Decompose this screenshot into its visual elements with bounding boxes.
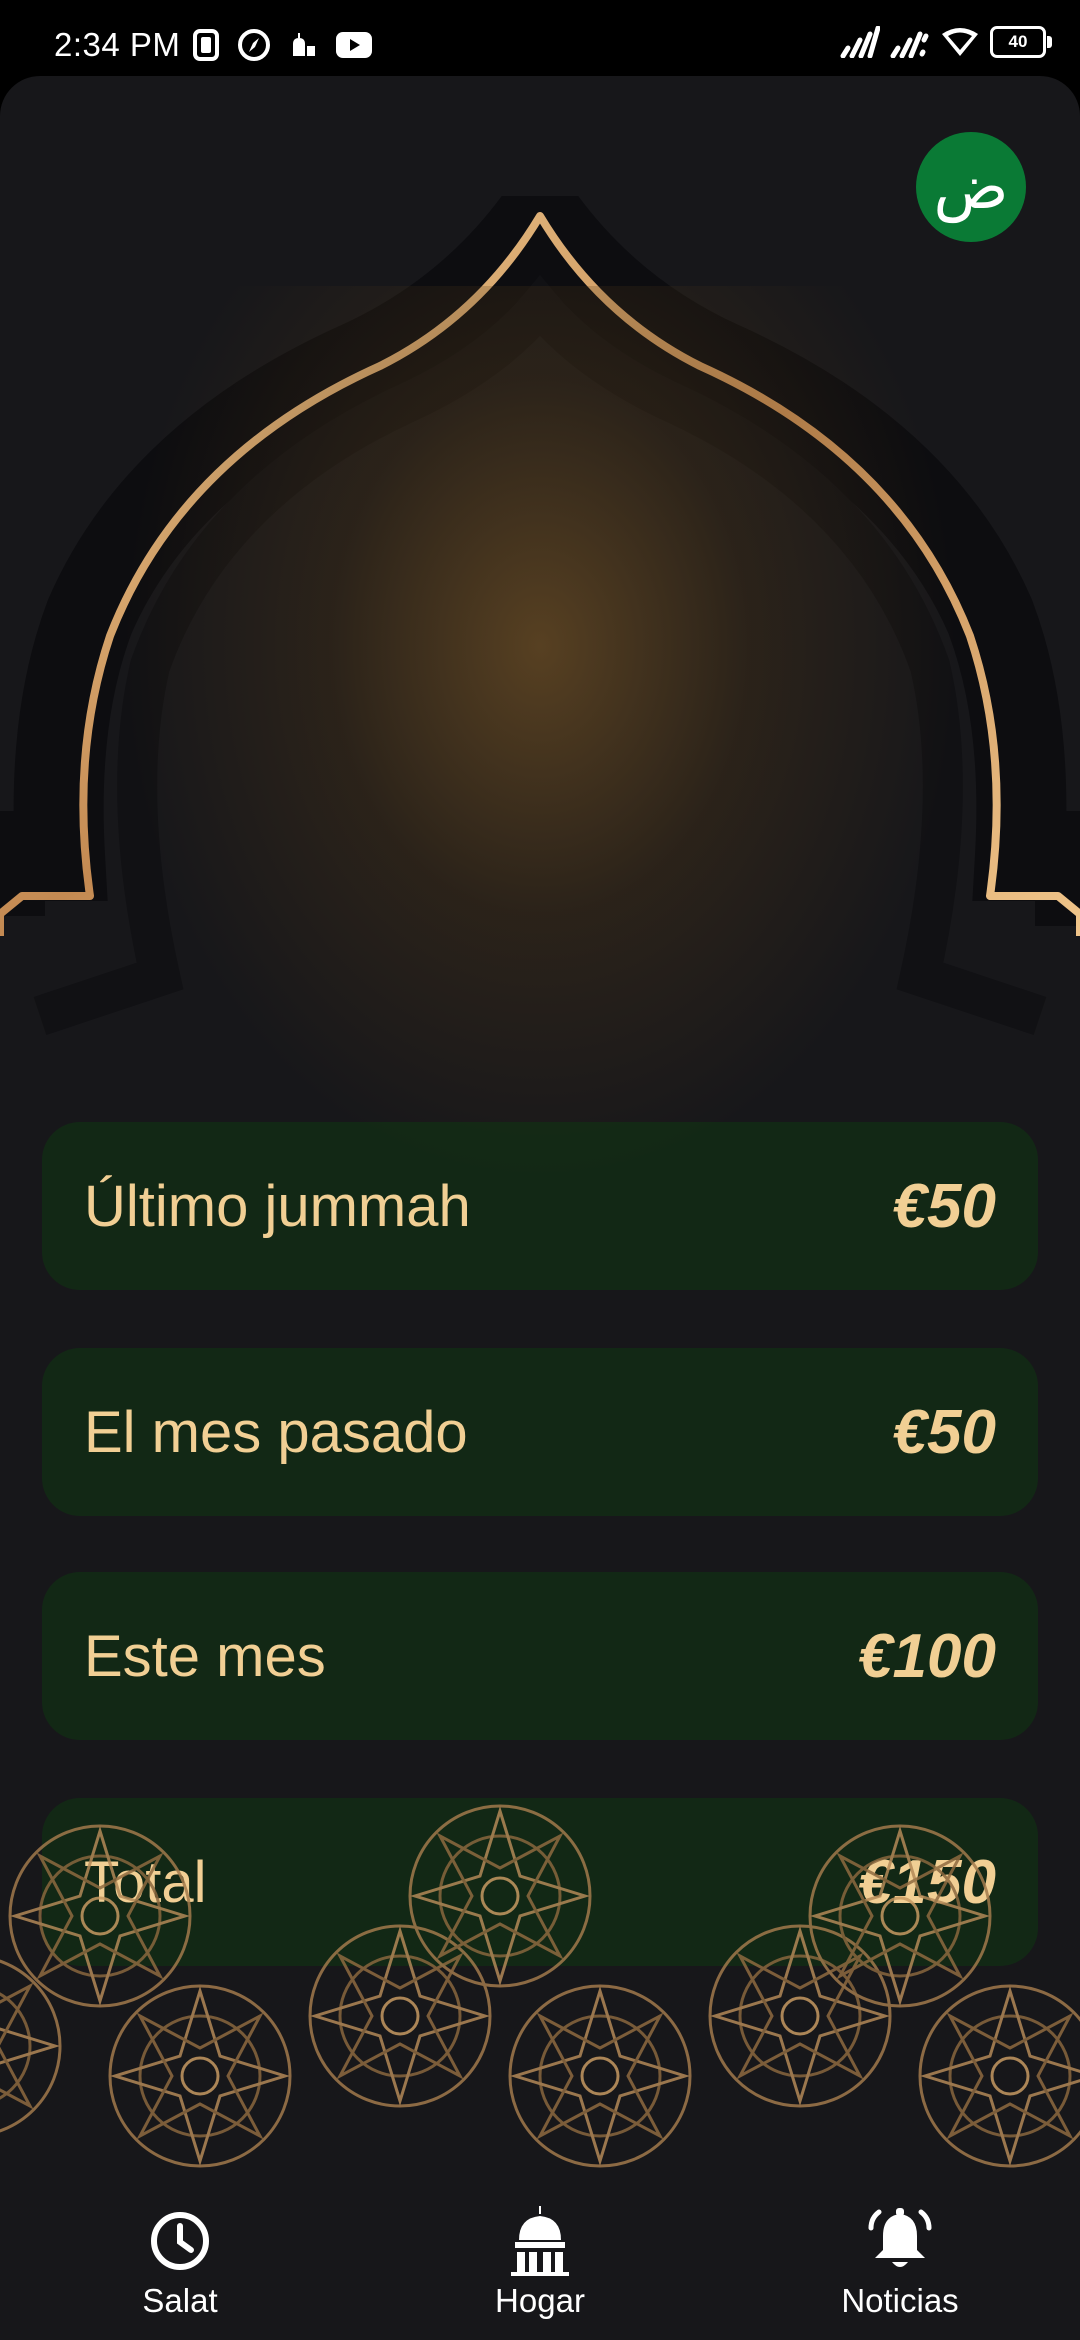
arabic-letter-icon: ض bbox=[933, 150, 1009, 223]
compass-icon bbox=[238, 29, 270, 61]
nav-item-noticias[interactable]: Noticias bbox=[790, 2206, 1010, 2320]
stat-label: El mes pasado bbox=[84, 1399, 468, 1465]
main-screen: ض Último jummah €50 El mes pasado €50 Es… bbox=[0, 76, 1080, 2186]
status-icons-right: 40 bbox=[840, 26, 1052, 58]
stat-value: €50 bbox=[892, 1171, 996, 1241]
stat-card-last-jummah: Último jummah €50 bbox=[42, 1122, 1038, 1290]
arch-glow bbox=[120, 286, 960, 1186]
stat-card-last-month: El mes pasado €50 bbox=[42, 1348, 1038, 1516]
signal-icon bbox=[840, 26, 880, 58]
stat-label: Último jummah bbox=[84, 1173, 471, 1239]
mosque-icon bbox=[511, 2206, 569, 2276]
nav-item-salat[interactable]: Salat bbox=[70, 2206, 290, 2320]
battery-level: 40 bbox=[1008, 32, 1028, 51]
status-bar: 2:34 PM 40 bbox=[0, 0, 1080, 76]
bell-icon bbox=[868, 2208, 932, 2267]
stat-label: Este mes bbox=[84, 1623, 326, 1689]
battery-icon: 40 bbox=[990, 26, 1052, 58]
mosque-notification-icon bbox=[293, 33, 315, 56]
nav-label-noticias: Noticias bbox=[841, 2282, 959, 2319]
clock-icon bbox=[151, 2212, 209, 2270]
status-icons-left bbox=[193, 28, 373, 62]
decorative-pattern bbox=[0, 1804, 1080, 2168]
youtube-icon bbox=[336, 32, 372, 58]
phone-frame-icon bbox=[193, 29, 219, 61]
bottom-navigation: Salat Hogar Noticias bbox=[0, 2186, 1080, 2340]
nav-label-hogar: Hogar bbox=[495, 2282, 585, 2319]
signal-icon bbox=[890, 31, 929, 58]
wifi-icon bbox=[942, 28, 978, 56]
stat-card-this-month: Este mes €100 bbox=[42, 1572, 1038, 1740]
language-toggle-button[interactable]: ض bbox=[916, 132, 1026, 242]
nav-label-salat: Salat bbox=[142, 2282, 218, 2319]
nav-item-hogar[interactable]: Hogar bbox=[430, 2206, 650, 2320]
stat-value: €100 bbox=[858, 1621, 996, 1691]
stat-value: €50 bbox=[892, 1397, 996, 1467]
status-time: 2:34 PM bbox=[54, 26, 181, 63]
